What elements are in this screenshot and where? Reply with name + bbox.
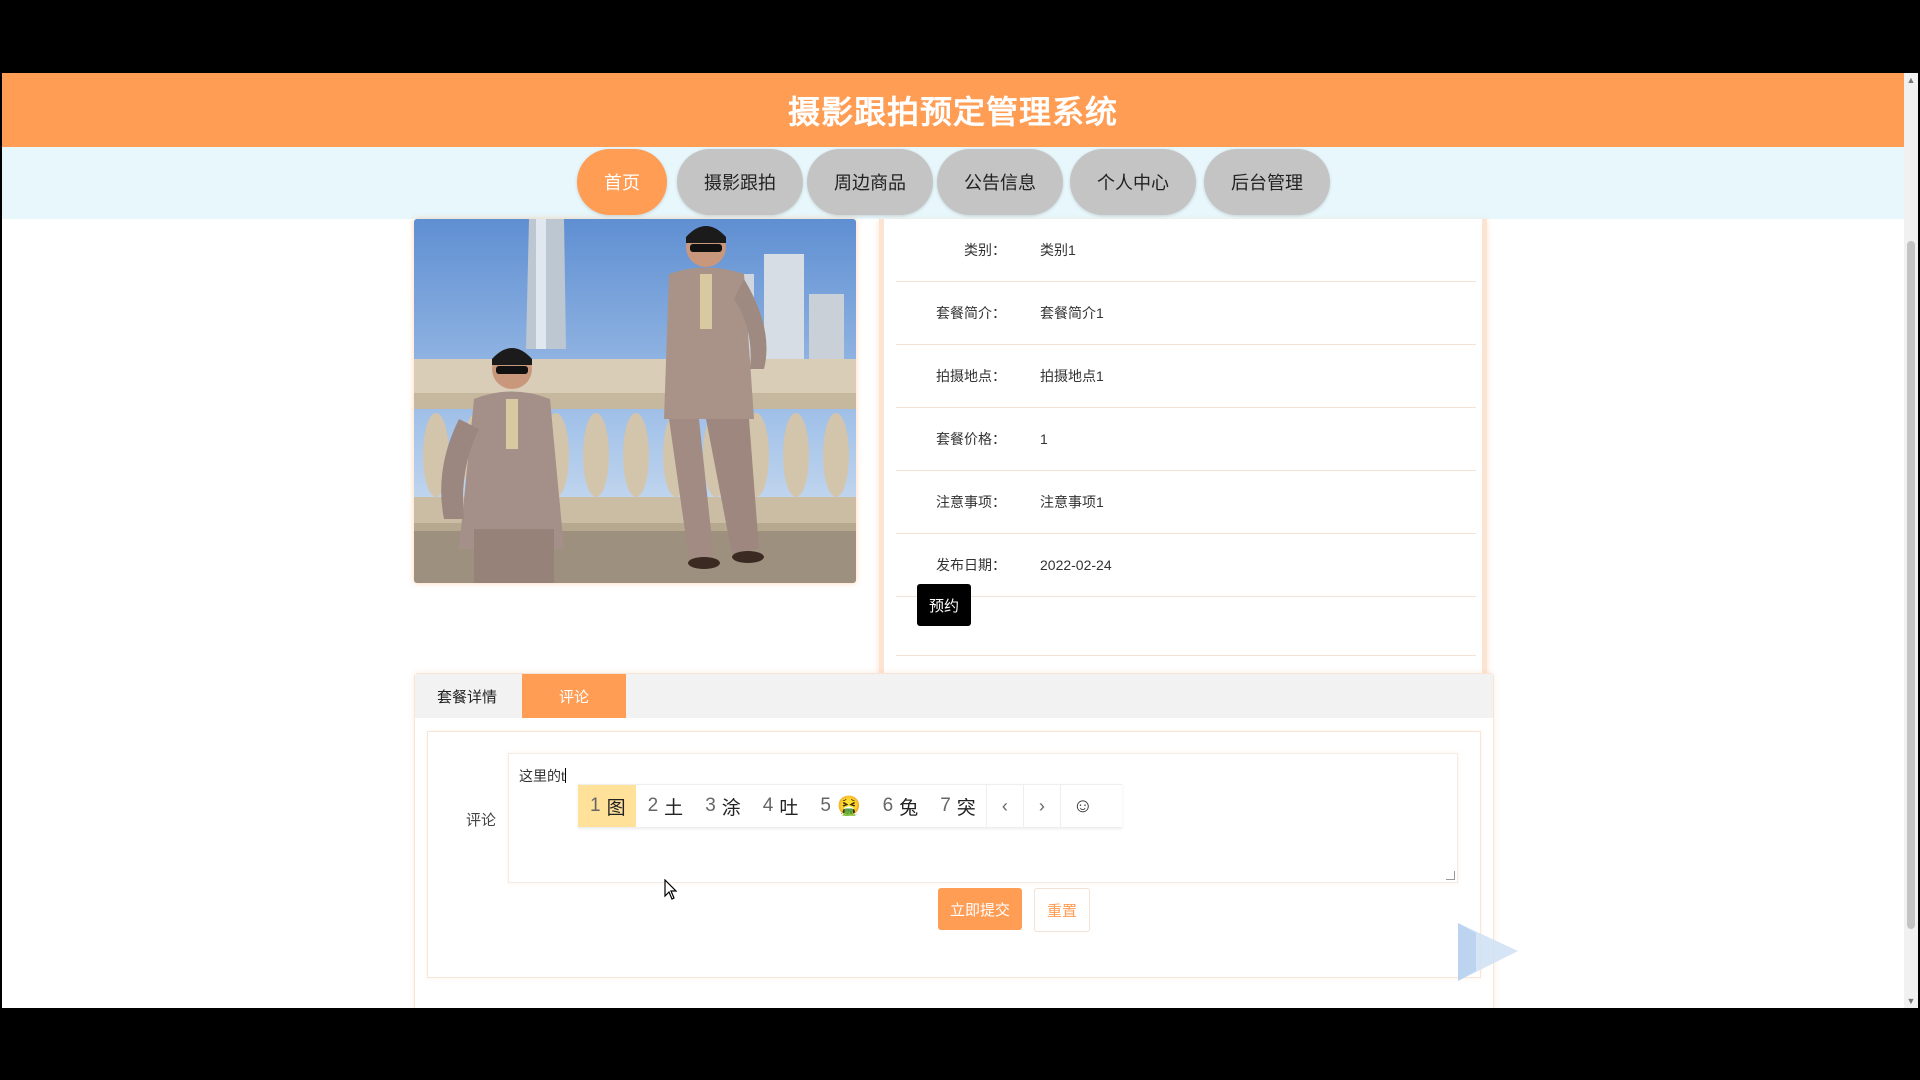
candidate-number: 1 xyxy=(590,795,601,816)
site-title: 摄影跟拍预定管理系统 xyxy=(787,94,1118,130)
detail-label: 套餐价格： xyxy=(936,431,1006,447)
detail-label: 拍摄地点： xyxy=(936,368,1006,384)
candidate-text: 🤮 xyxy=(836,796,861,817)
detail-value: 1 xyxy=(1040,431,1048,447)
detail-row-intro: 套餐简介： 套餐简介1 xyxy=(896,282,1476,345)
tab-comments[interactable]: 评论 xyxy=(522,674,626,718)
detail-value: 注意事项1 xyxy=(1040,494,1104,510)
ime-candidate[interactable]: 2土 xyxy=(636,785,694,827)
scroll-up-icon[interactable]: ▲ xyxy=(1904,73,1918,87)
play-watermark-icon xyxy=(1458,923,1518,981)
nav-profile[interactable]: 个人中心 xyxy=(1070,149,1196,215)
scroll-down-icon[interactable]: ▼ xyxy=(1904,994,1918,1008)
candidate-number: 3 xyxy=(705,795,716,816)
detail-row-category: 类别： 类别1 xyxy=(896,219,1476,282)
detail-row-location: 拍摄地点： 拍摄地点1 xyxy=(896,345,1476,408)
nav-photography[interactable]: 摄影跟拍 xyxy=(677,149,803,215)
candidate-text: 土 xyxy=(664,797,684,819)
ime-candidate[interactable]: 1图 xyxy=(578,785,636,827)
scroll-thumb[interactable] xyxy=(1907,241,1915,929)
candidate-number: 2 xyxy=(647,795,659,816)
tabs-card: 套餐详情 评论 评论 这里的t 1图 2土 3涂 4吐 5 🤮 6兔 7突 ‹ ›… xyxy=(414,673,1494,1008)
candidate-number: 4 xyxy=(762,795,774,816)
detail-label: 套餐简介： xyxy=(936,305,1006,321)
candidate-text: 图 xyxy=(606,797,626,819)
nav-products[interactable]: 周边商品 xyxy=(807,149,933,215)
package-detail-panel: 类别： 类别1 套餐简介： 套餐简介1 拍摄地点： 拍摄地点1 套餐价格： 1 … xyxy=(879,219,1487,721)
main-nav: 首页 摄影跟拍 周边商品 公告信息 个人中心 后台管理 xyxy=(2,147,1904,219)
comment-text: 这里的t xyxy=(519,766,566,786)
comment-form: 评论 这里的t 1图 2土 3涂 4吐 5 🤮 6兔 7突 ‹ › ☺ 立即提交 … xyxy=(427,731,1481,978)
ime-candidate[interactable]: 7突 xyxy=(928,785,986,827)
ime-next-icon[interactable]: › xyxy=(1022,785,1060,827)
ime-prev-icon[interactable]: ‹ xyxy=(985,785,1023,827)
candidate-text: 兔 xyxy=(899,797,919,819)
resize-handle-icon[interactable] xyxy=(1446,871,1455,880)
detail-row-price: 套餐价格： 1 xyxy=(896,408,1476,471)
mouse-cursor-icon xyxy=(664,879,678,900)
nav-admin[interactable]: 后台管理 xyxy=(1204,149,1330,215)
ime-candidate[interactable]: 4吐 xyxy=(751,785,809,827)
candidate-text: 吐 xyxy=(779,797,799,819)
candidate-number: 5 xyxy=(820,795,831,816)
detail-label: 注意事项： xyxy=(936,494,1006,510)
detail-value: 套餐简介1 xyxy=(1040,305,1104,321)
detail-row-actions xyxy=(896,597,1476,656)
page-scrollbar[interactable]: ▲ ▼ xyxy=(1904,73,1918,1008)
package-photo xyxy=(414,219,856,583)
tab-bar: 套餐详情 评论 xyxy=(415,674,1493,718)
tab-package-details[interactable]: 套餐详情 xyxy=(415,674,519,718)
submit-button[interactable]: 立即提交 xyxy=(938,888,1022,930)
detail-row-notes: 注意事项： 注意事项1 xyxy=(896,471,1476,534)
comment-label: 评论 xyxy=(466,812,497,829)
candidate-number: 6 xyxy=(882,795,894,816)
reset-button[interactable]: 重置 xyxy=(1034,888,1090,932)
ime-candidate[interactable]: 3涂 xyxy=(693,785,751,827)
candidate-text: 突 xyxy=(956,797,976,819)
site-header: 摄影跟拍预定管理系统 xyxy=(2,73,1904,147)
detail-value: 2022-02-24 xyxy=(1040,557,1112,573)
detail-value: 拍摄地点1 xyxy=(1040,368,1104,384)
book-button[interactable]: 预约 xyxy=(917,584,971,626)
detail-row-date: 发布日期： 2022-02-24 xyxy=(896,534,1476,597)
detail-value: 类别1 xyxy=(1040,242,1076,258)
nav-home[interactable]: 首页 xyxy=(577,149,667,215)
ime-candidate[interactable]: 5 🤮 xyxy=(808,785,870,827)
nav-announcements[interactable]: 公告信息 xyxy=(937,149,1063,215)
text-caret xyxy=(564,768,566,783)
detail-label: 类别： xyxy=(964,242,1006,258)
browser-viewport: 摄影跟拍预定管理系统 首页 摄影跟拍 周边商品 公告信息 个人中心 后台管理 类… xyxy=(2,73,1904,1008)
ime-candidate[interactable]: 6兔 xyxy=(871,785,929,827)
comment-text-value: 这里的t xyxy=(519,768,565,784)
candidate-number: 7 xyxy=(940,795,951,816)
candidate-text: 涂 xyxy=(721,797,741,819)
ime-emoji-icon[interactable]: ☺ xyxy=(1059,785,1105,827)
ime-candidate-bar: 1图 2土 3涂 4吐 5 🤮 6兔 7突 ‹ › ☺ xyxy=(578,784,1122,828)
